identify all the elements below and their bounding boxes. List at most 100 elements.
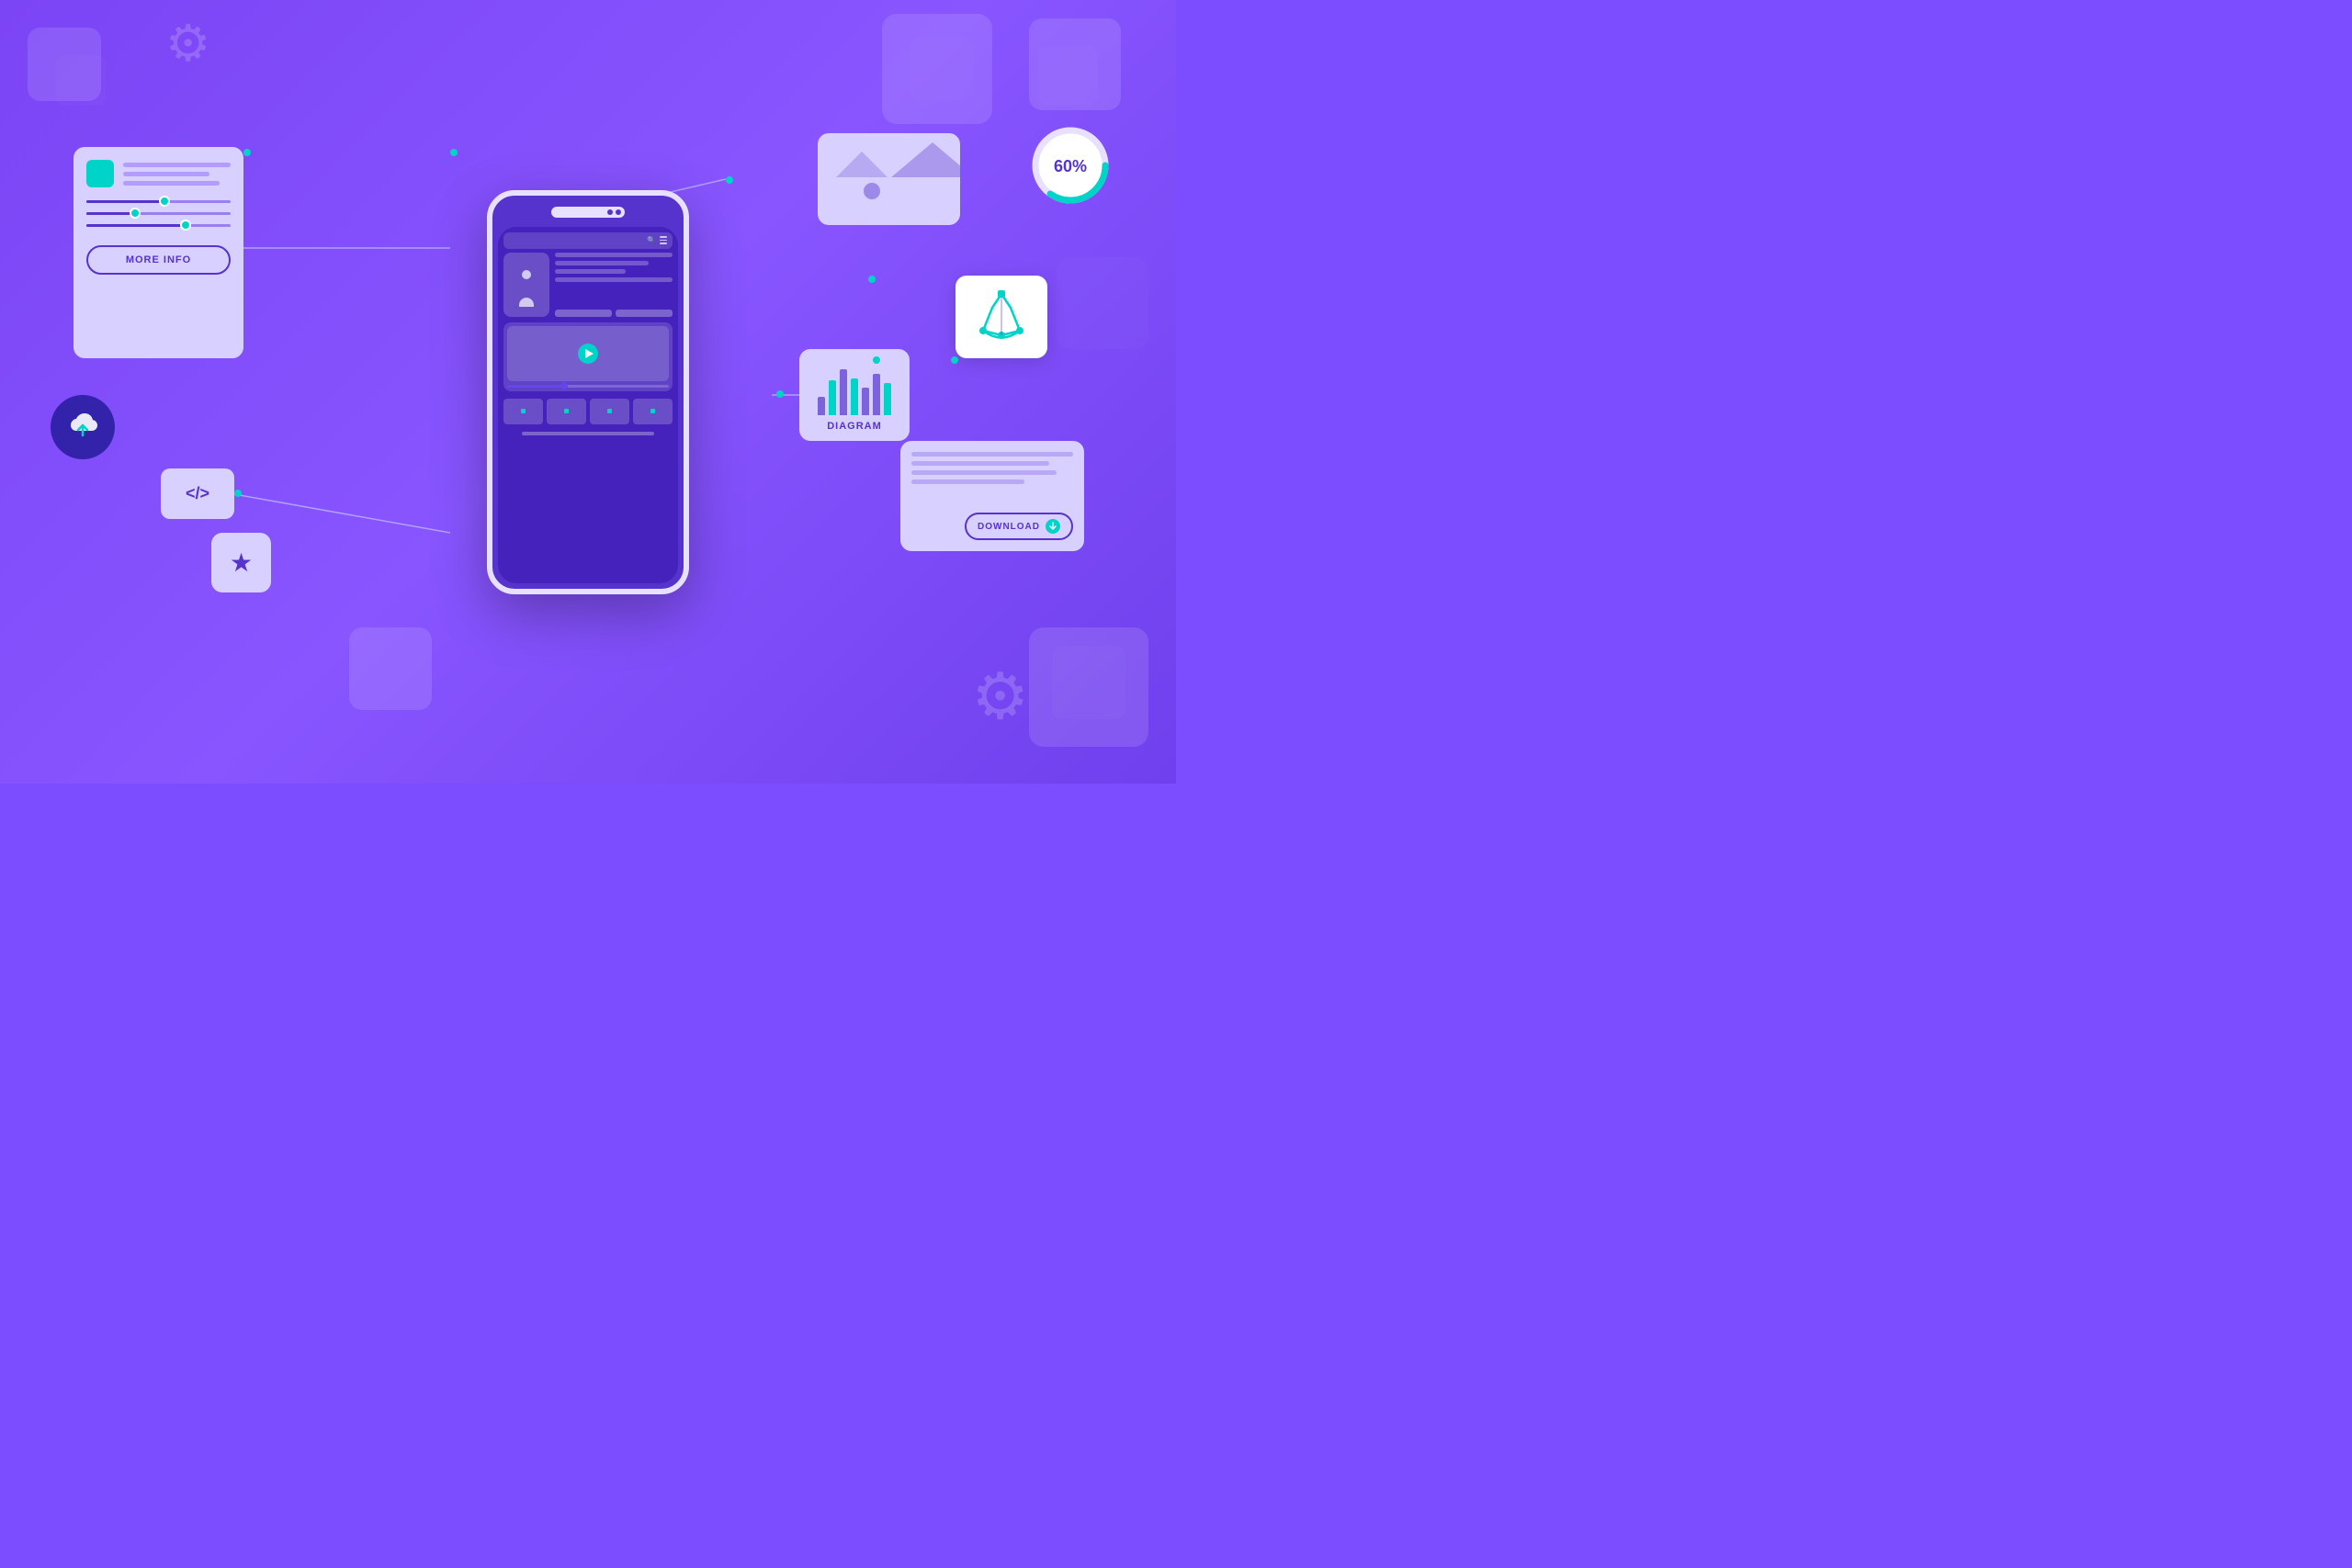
mountain-left bbox=[891, 142, 961, 177]
download-text-lines bbox=[911, 452, 1073, 484]
slider-track-2 bbox=[86, 212, 231, 215]
slider-thumb-2 bbox=[130, 208, 141, 219]
design-tool-card bbox=[956, 276, 1047, 358]
phone-button-row bbox=[555, 310, 673, 317]
image-card bbox=[818, 133, 960, 225]
connection-dot-2 bbox=[450, 149, 458, 156]
star-bubble: ★ bbox=[211, 533, 271, 592]
doc-header-lines bbox=[123, 160, 231, 187]
doc-line-3 bbox=[123, 181, 220, 186]
phone-thumb-4 bbox=[633, 399, 673, 424]
download-icon-circle bbox=[1046, 519, 1060, 534]
phone-text-1 bbox=[555, 253, 673, 257]
slider-fill-3 bbox=[86, 224, 187, 227]
phone-avatar bbox=[503, 253, 549, 317]
code-tag-bubble: </> bbox=[161, 468, 234, 519]
phone-thumb-grid bbox=[503, 399, 673, 424]
download-label: DOWNLOAD bbox=[978, 522, 1040, 532]
phone-profile-section bbox=[503, 253, 673, 317]
phone-menu-icon bbox=[660, 236, 667, 244]
bg-square-6 bbox=[1038, 46, 1098, 106]
connection-dot-5 bbox=[776, 390, 784, 398]
avatar-head bbox=[522, 270, 531, 279]
avatar-body bbox=[519, 298, 534, 307]
bar-2 bbox=[829, 380, 836, 415]
phone-thumb-2 bbox=[547, 399, 586, 424]
camera-dot-1 bbox=[607, 209, 613, 215]
phone-profile-text bbox=[555, 253, 673, 317]
phone-mini-btn-1 bbox=[555, 310, 612, 317]
doc-card: MORE INFO bbox=[74, 147, 243, 358]
bar-7 bbox=[884, 383, 891, 415]
phone-bottom-bar bbox=[522, 432, 654, 435]
doc-line-2 bbox=[123, 172, 209, 176]
slider-thumb-1 bbox=[159, 196, 170, 207]
menu-line-3 bbox=[660, 243, 667, 244]
bg-square-4 bbox=[910, 37, 974, 101]
camera-dot-2 bbox=[616, 209, 621, 215]
play-triangle bbox=[585, 349, 594, 358]
download-arrow-icon bbox=[1048, 522, 1057, 531]
phone-text-2 bbox=[555, 261, 649, 265]
phone-text-4 bbox=[555, 277, 673, 282]
connection-dot-1 bbox=[243, 149, 251, 156]
cloud-upload-icon bbox=[65, 412, 100, 442]
phone-mini-btn-2 bbox=[616, 310, 673, 317]
dl-line-1 bbox=[911, 452, 1073, 457]
gear-icon-bottom-right: ⚙ bbox=[971, 664, 1029, 728]
phone-mockup: 🔍 bbox=[487, 190, 689, 594]
code-symbol: </> bbox=[186, 484, 209, 503]
dl-line-3 bbox=[911, 470, 1057, 475]
diagram-label: DIAGRAM bbox=[827, 421, 882, 432]
phone-video-inner bbox=[507, 326, 669, 381]
slider-thumb-3 bbox=[180, 220, 191, 231]
phone-screen: 🔍 bbox=[498, 227, 678, 583]
bg-square-2 bbox=[55, 55, 106, 106]
connection-dot-3 bbox=[234, 490, 242, 497]
phone-thumb-1 bbox=[503, 399, 543, 424]
connection-dot-6 bbox=[873, 356, 880, 364]
connection-dot-4 bbox=[726, 176, 733, 184]
connection-dot-7 bbox=[951, 356, 958, 364]
bar-1 bbox=[818, 397, 825, 415]
phone-notch bbox=[551, 207, 625, 218]
mountain-right bbox=[836, 152, 888, 177]
main-container: ⚙ ⚙ bbox=[0, 0, 1176, 784]
download-button[interactable]: DOWNLOAD bbox=[965, 513, 1073, 540]
progress-circle-svg: 60% bbox=[1029, 124, 1112, 207]
bg-square-9 bbox=[1052, 646, 1125, 719]
pen-tool-svg bbox=[969, 285, 1034, 349]
bg-square-7 bbox=[349, 627, 432, 710]
bg-square-10 bbox=[1057, 257, 1148, 349]
phone-progress-bar bbox=[507, 385, 669, 388]
bar-5 bbox=[862, 388, 869, 415]
phone-thumb-3 bbox=[590, 399, 629, 424]
slider-track-3 bbox=[86, 224, 231, 227]
sun-icon bbox=[864, 183, 880, 199]
mountain-icon bbox=[882, 172, 897, 186]
slider-row-3 bbox=[86, 224, 231, 227]
progress-circle-container: 60% bbox=[1029, 124, 1112, 207]
phone-video-card bbox=[503, 322, 673, 391]
doc-teal-accent bbox=[86, 160, 114, 187]
diagram-card: DIAGRAM bbox=[799, 349, 910, 441]
star-icon: ★ bbox=[230, 547, 253, 578]
slider-row-1 bbox=[86, 200, 231, 203]
play-button bbox=[578, 344, 598, 364]
svg-text:60%: 60% bbox=[1054, 157, 1087, 175]
download-card: DOWNLOAD bbox=[900, 441, 1084, 551]
more-info-button[interactable]: MORE INFO bbox=[86, 245, 231, 275]
phone-text-3 bbox=[555, 269, 626, 274]
bar-6 bbox=[873, 374, 880, 415]
download-button-row: DOWNLOAD bbox=[911, 513, 1073, 540]
phone-progress-dot bbox=[560, 382, 568, 389]
menu-line-1 bbox=[660, 236, 667, 238]
phone-search-icon: 🔍 bbox=[647, 236, 656, 244]
doc-line-1 bbox=[123, 163, 231, 167]
bar-chart bbox=[818, 365, 891, 415]
cloud-upload-circle bbox=[51, 395, 115, 459]
slider-fill-1 bbox=[86, 200, 165, 203]
connection-dot-8 bbox=[868, 276, 876, 283]
phone-progress-fill bbox=[507, 385, 564, 388]
phone-search-bar: 🔍 bbox=[503, 232, 673, 249]
